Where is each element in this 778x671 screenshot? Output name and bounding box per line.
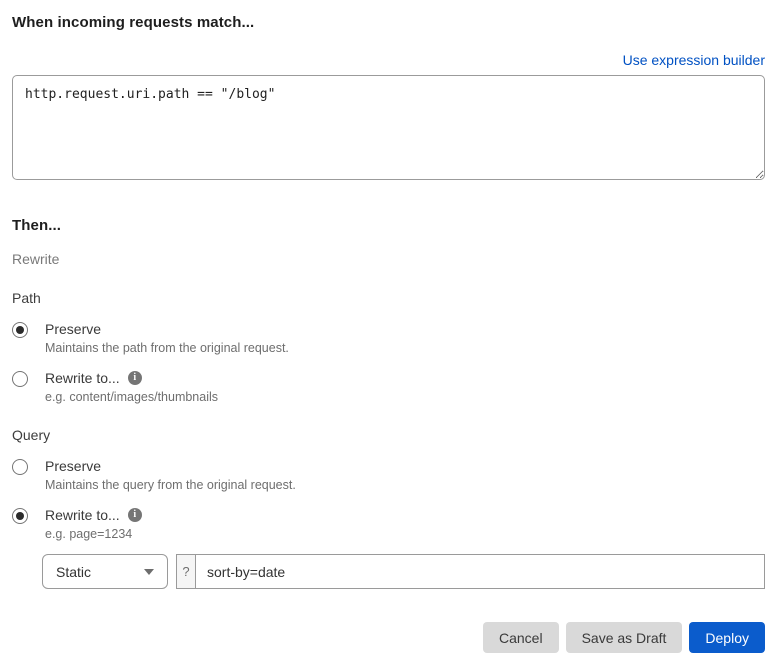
value-type-selected-label: Static xyxy=(56,563,92,580)
deploy-button[interactable]: Deploy xyxy=(689,622,765,653)
query-preserve-option: Preserve Maintains the query from the or… xyxy=(12,458,765,492)
query-rewrite-label[interactable]: Rewrite to... xyxy=(45,507,120,523)
path-preserve-label[interactable]: Preserve xyxy=(45,321,101,337)
use-expression-builder-link[interactable]: Use expression builder xyxy=(623,52,765,68)
footer-actions: Cancel Save as Draft Deploy xyxy=(482,622,765,653)
path-rewrite-label[interactable]: Rewrite to... xyxy=(45,370,120,386)
query-rewrite-option: Rewrite to... i e.g. page=1234 xyxy=(12,507,765,541)
query-rewrite-controls: Static ? xyxy=(42,554,765,589)
query-preserve-label[interactable]: Preserve xyxy=(45,458,101,474)
path-preserve-radio[interactable] xyxy=(12,322,28,338)
path-preserve-option: Preserve Maintains the path from the ori… xyxy=(12,321,765,355)
match-section-title: When incoming requests match... xyxy=(12,14,255,31)
query-rewrite-radio[interactable] xyxy=(12,508,28,524)
then-section-title: Then... xyxy=(12,217,62,234)
value-type-select[interactable]: Static xyxy=(42,554,168,589)
path-rewrite-info-icon[interactable]: i xyxy=(127,371,142,385)
query-preserve-radio[interactable] xyxy=(12,459,28,475)
chevron-down-icon xyxy=(144,568,154,575)
rewrite-subtitle: Rewrite xyxy=(12,251,60,267)
query-preserve-description: Maintains the query from the original re… xyxy=(45,478,296,492)
query-rewrite-info-icon[interactable]: i xyxy=(127,508,142,522)
path-rewrite-radio[interactable] xyxy=(12,371,28,387)
query-prefix-badge: ? xyxy=(177,555,196,588)
path-rewrite-description: e.g. content/images/thumbnails xyxy=(45,390,219,404)
expression-editor-textarea[interactable]: http.request.uri.path == "/blog" xyxy=(12,75,765,180)
query-value-group: ? xyxy=(176,554,765,589)
save-as-draft-button[interactable]: Save as Draft xyxy=(565,622,683,653)
path-preserve-description: Maintains the path from the original req… xyxy=(45,341,289,355)
builder-link-row: Use expression builder xyxy=(12,52,765,70)
query-value-input[interactable] xyxy=(196,555,764,588)
query-rewrite-description: e.g. page=1234 xyxy=(45,527,133,541)
rule-editor-panel: When incoming requests match... Use expr… xyxy=(0,0,778,671)
path-field-label: Path xyxy=(12,290,41,306)
query-field-label: Query xyxy=(12,427,51,443)
cancel-button[interactable]: Cancel xyxy=(482,622,559,653)
path-rewrite-option: Rewrite to... i e.g. content/images/thum… xyxy=(12,370,765,404)
